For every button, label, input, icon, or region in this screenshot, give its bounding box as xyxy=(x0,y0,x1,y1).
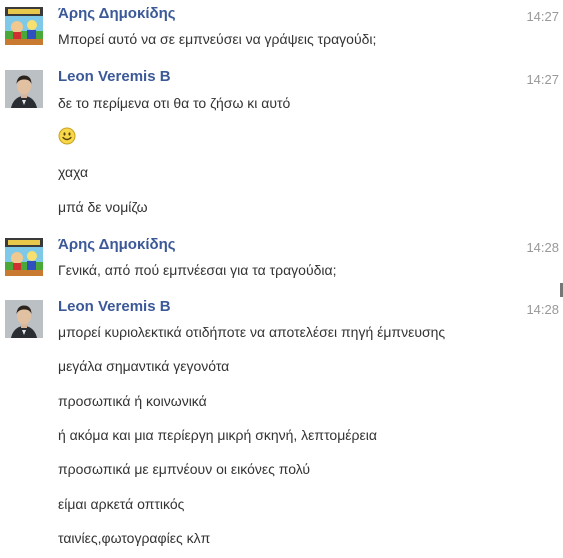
smile-emoji-icon xyxy=(58,127,76,145)
message-text: Μπορεί αυτό να σε εμπνεύσει να γράψεις τ… xyxy=(58,31,377,47)
profile-photo-avatar-icon xyxy=(5,300,43,338)
message-text: δε το περίμενα οτι θα το ζήσω κι αυτό xyxy=(58,95,291,111)
message-text: προσωπικά με εμπνέουν οι εικόνες πολύ xyxy=(58,461,311,477)
message-text: είμαι αρκετά οπτικός xyxy=(58,496,185,512)
message-text: Γενικά, από πού εμπνέεσαι για τα τραγούδ… xyxy=(58,262,337,278)
timestamp: 14:27 xyxy=(526,9,559,24)
profile-photo-avatar-icon xyxy=(5,70,43,108)
sender-name[interactable]: Άρης Δημοκίδης xyxy=(58,5,176,22)
timestamp: 14:28 xyxy=(526,240,559,255)
sender-name[interactable]: Leon Veremis B xyxy=(58,298,171,315)
timestamp: 14:27 xyxy=(526,72,559,87)
message-text: μεγάλα σημαντικά γεγονότα xyxy=(58,358,230,374)
message-text: ταινίες,φωτογραφίες κλπ xyxy=(58,530,211,546)
cartoon-avatar-icon xyxy=(5,238,43,276)
message-text: μπορεί κυριολεκτικά οτιδήποτε να αποτελέ… xyxy=(58,324,446,340)
avatar[interactable] xyxy=(5,238,43,276)
message-text: χαχα xyxy=(58,164,89,180)
chat-conversation: Άρης Δημοκίδης 14:27 Μπορεί αυτό να σε ε… xyxy=(0,0,563,558)
sender-name[interactable]: Leon Veremis B xyxy=(58,68,171,85)
timestamp: 14:28 xyxy=(526,302,559,317)
message-text: μπά δε νομίζω xyxy=(58,199,148,215)
message-text: προσωπικά ή κοινωνικά xyxy=(58,393,207,409)
message-text: ή ακόμα και μια περίεργη μικρή σκηνή, λε… xyxy=(58,427,377,443)
avatar[interactable] xyxy=(5,300,43,338)
avatar[interactable] xyxy=(5,70,43,108)
cartoon-avatar-icon xyxy=(5,7,43,45)
sender-name[interactable]: Άρης Δημοκίδης xyxy=(58,236,176,253)
avatar[interactable] xyxy=(5,7,43,45)
